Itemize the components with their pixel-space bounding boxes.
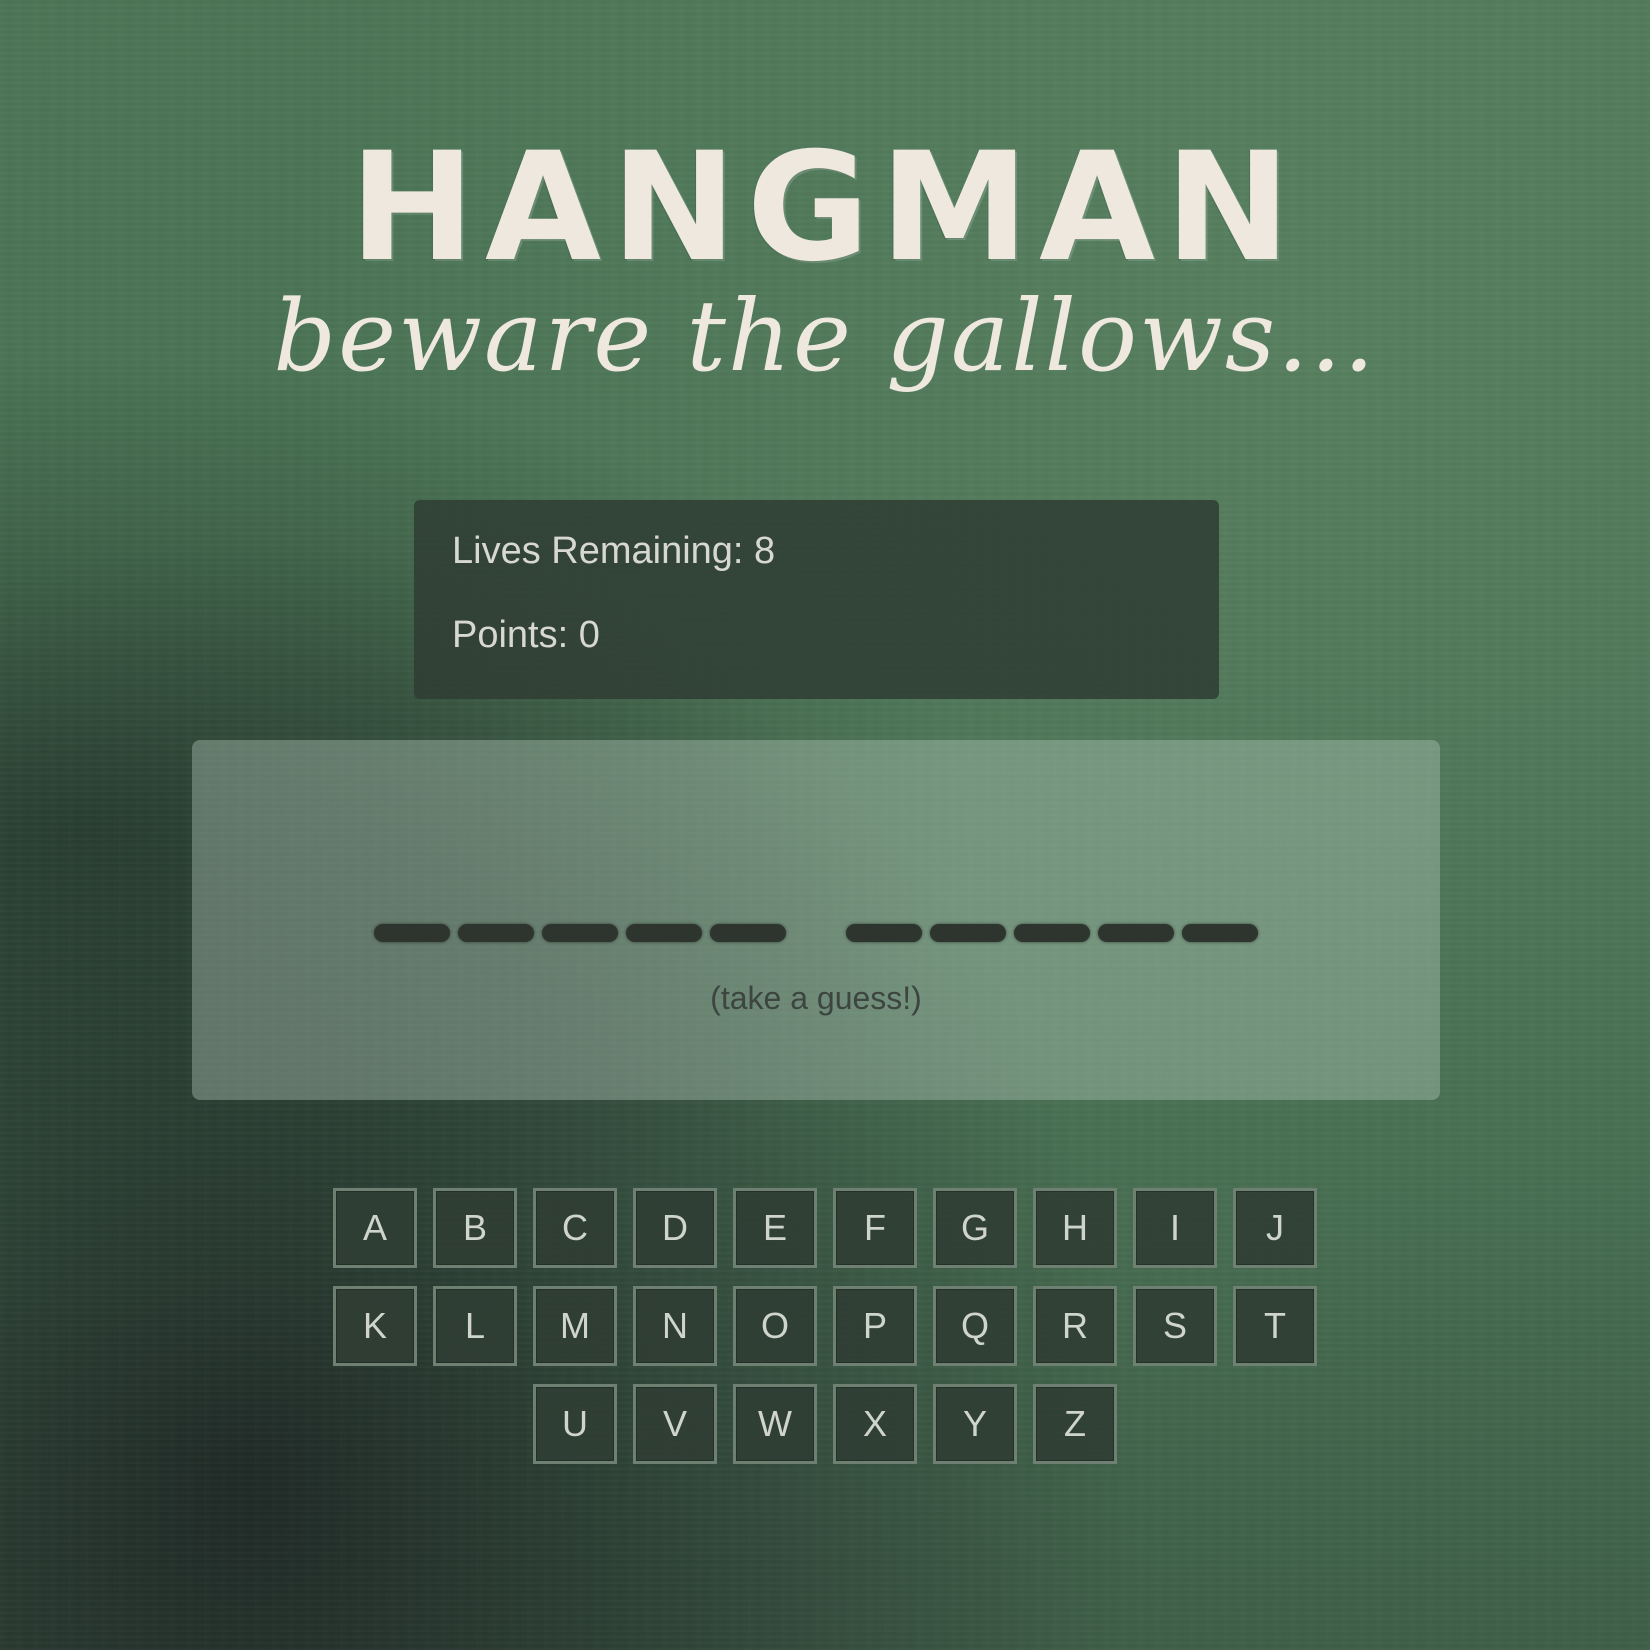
keyboard-row: KLMNOPQRST xyxy=(0,1286,1650,1366)
word-gap xyxy=(794,924,838,942)
letter-slot xyxy=(710,924,786,942)
letter-key-x[interactable]: X xyxy=(833,1384,917,1464)
letter-slot xyxy=(626,924,702,942)
game-title: HANGMAN xyxy=(349,121,1301,295)
letter-key-j[interactable]: J xyxy=(1233,1188,1317,1268)
letter-key-i[interactable]: I xyxy=(1133,1188,1217,1268)
points: Points: 0 xyxy=(452,614,600,656)
letter-key-a[interactable]: A xyxy=(333,1188,417,1268)
letter-slot xyxy=(930,924,1006,942)
letter-key-n[interactable]: N xyxy=(633,1286,717,1366)
word-board: (take a guess!) xyxy=(192,740,1440,1100)
letter-key-u[interactable]: U xyxy=(533,1384,617,1464)
keyboard-row: ABCDEFGHIJ xyxy=(0,1188,1650,1268)
letter-key-y[interactable]: Y xyxy=(933,1384,1017,1464)
letter-key-c[interactable]: C xyxy=(533,1188,617,1268)
game-subtitle: beware the gallows... xyxy=(273,280,1377,394)
letter-slot xyxy=(374,924,450,942)
letter-key-d[interactable]: D xyxy=(633,1188,717,1268)
keyboard-row: UVWXYZ xyxy=(0,1384,1650,1464)
letter-key-z[interactable]: Z xyxy=(1033,1384,1117,1464)
letter-key-q[interactable]: Q xyxy=(933,1286,1017,1366)
letter-key-w[interactable]: W xyxy=(733,1384,817,1464)
letter-slot xyxy=(542,924,618,942)
letter-keyboard: ABCDEFGHIJ KLMNOPQRST UVWXYZ xyxy=(0,1188,1650,1482)
letter-key-t[interactable]: T xyxy=(1233,1286,1317,1366)
letter-slot xyxy=(1182,924,1258,942)
letter-key-k[interactable]: K xyxy=(333,1286,417,1366)
letter-key-g[interactable]: G xyxy=(933,1188,1017,1268)
letter-slot xyxy=(1098,924,1174,942)
letter-key-e[interactable]: E xyxy=(733,1188,817,1268)
letter-key-s[interactable]: S xyxy=(1133,1286,1217,1366)
guess-hint: (take a guess!) xyxy=(710,980,922,1016)
letter-key-p[interactable]: P xyxy=(833,1286,917,1366)
letter-key-m[interactable]: M xyxy=(533,1286,617,1366)
letter-key-o[interactable]: O xyxy=(733,1286,817,1366)
letter-key-l[interactable]: L xyxy=(433,1286,517,1366)
stats-panel: Lives Remaining: 8 Points: 0 xyxy=(414,500,1219,699)
hidden-word xyxy=(192,918,1440,948)
lives-remaining: Lives Remaining: 8 xyxy=(452,530,776,572)
letter-slot xyxy=(1014,924,1090,942)
letter-slot xyxy=(846,924,922,942)
letter-key-v[interactable]: V xyxy=(633,1384,717,1464)
letter-key-h[interactable]: H xyxy=(1033,1188,1117,1268)
letter-slot xyxy=(458,924,534,942)
letter-key-b[interactable]: B xyxy=(433,1188,517,1268)
letter-key-r[interactable]: R xyxy=(1033,1286,1117,1366)
letter-key-f[interactable]: F xyxy=(833,1188,917,1268)
